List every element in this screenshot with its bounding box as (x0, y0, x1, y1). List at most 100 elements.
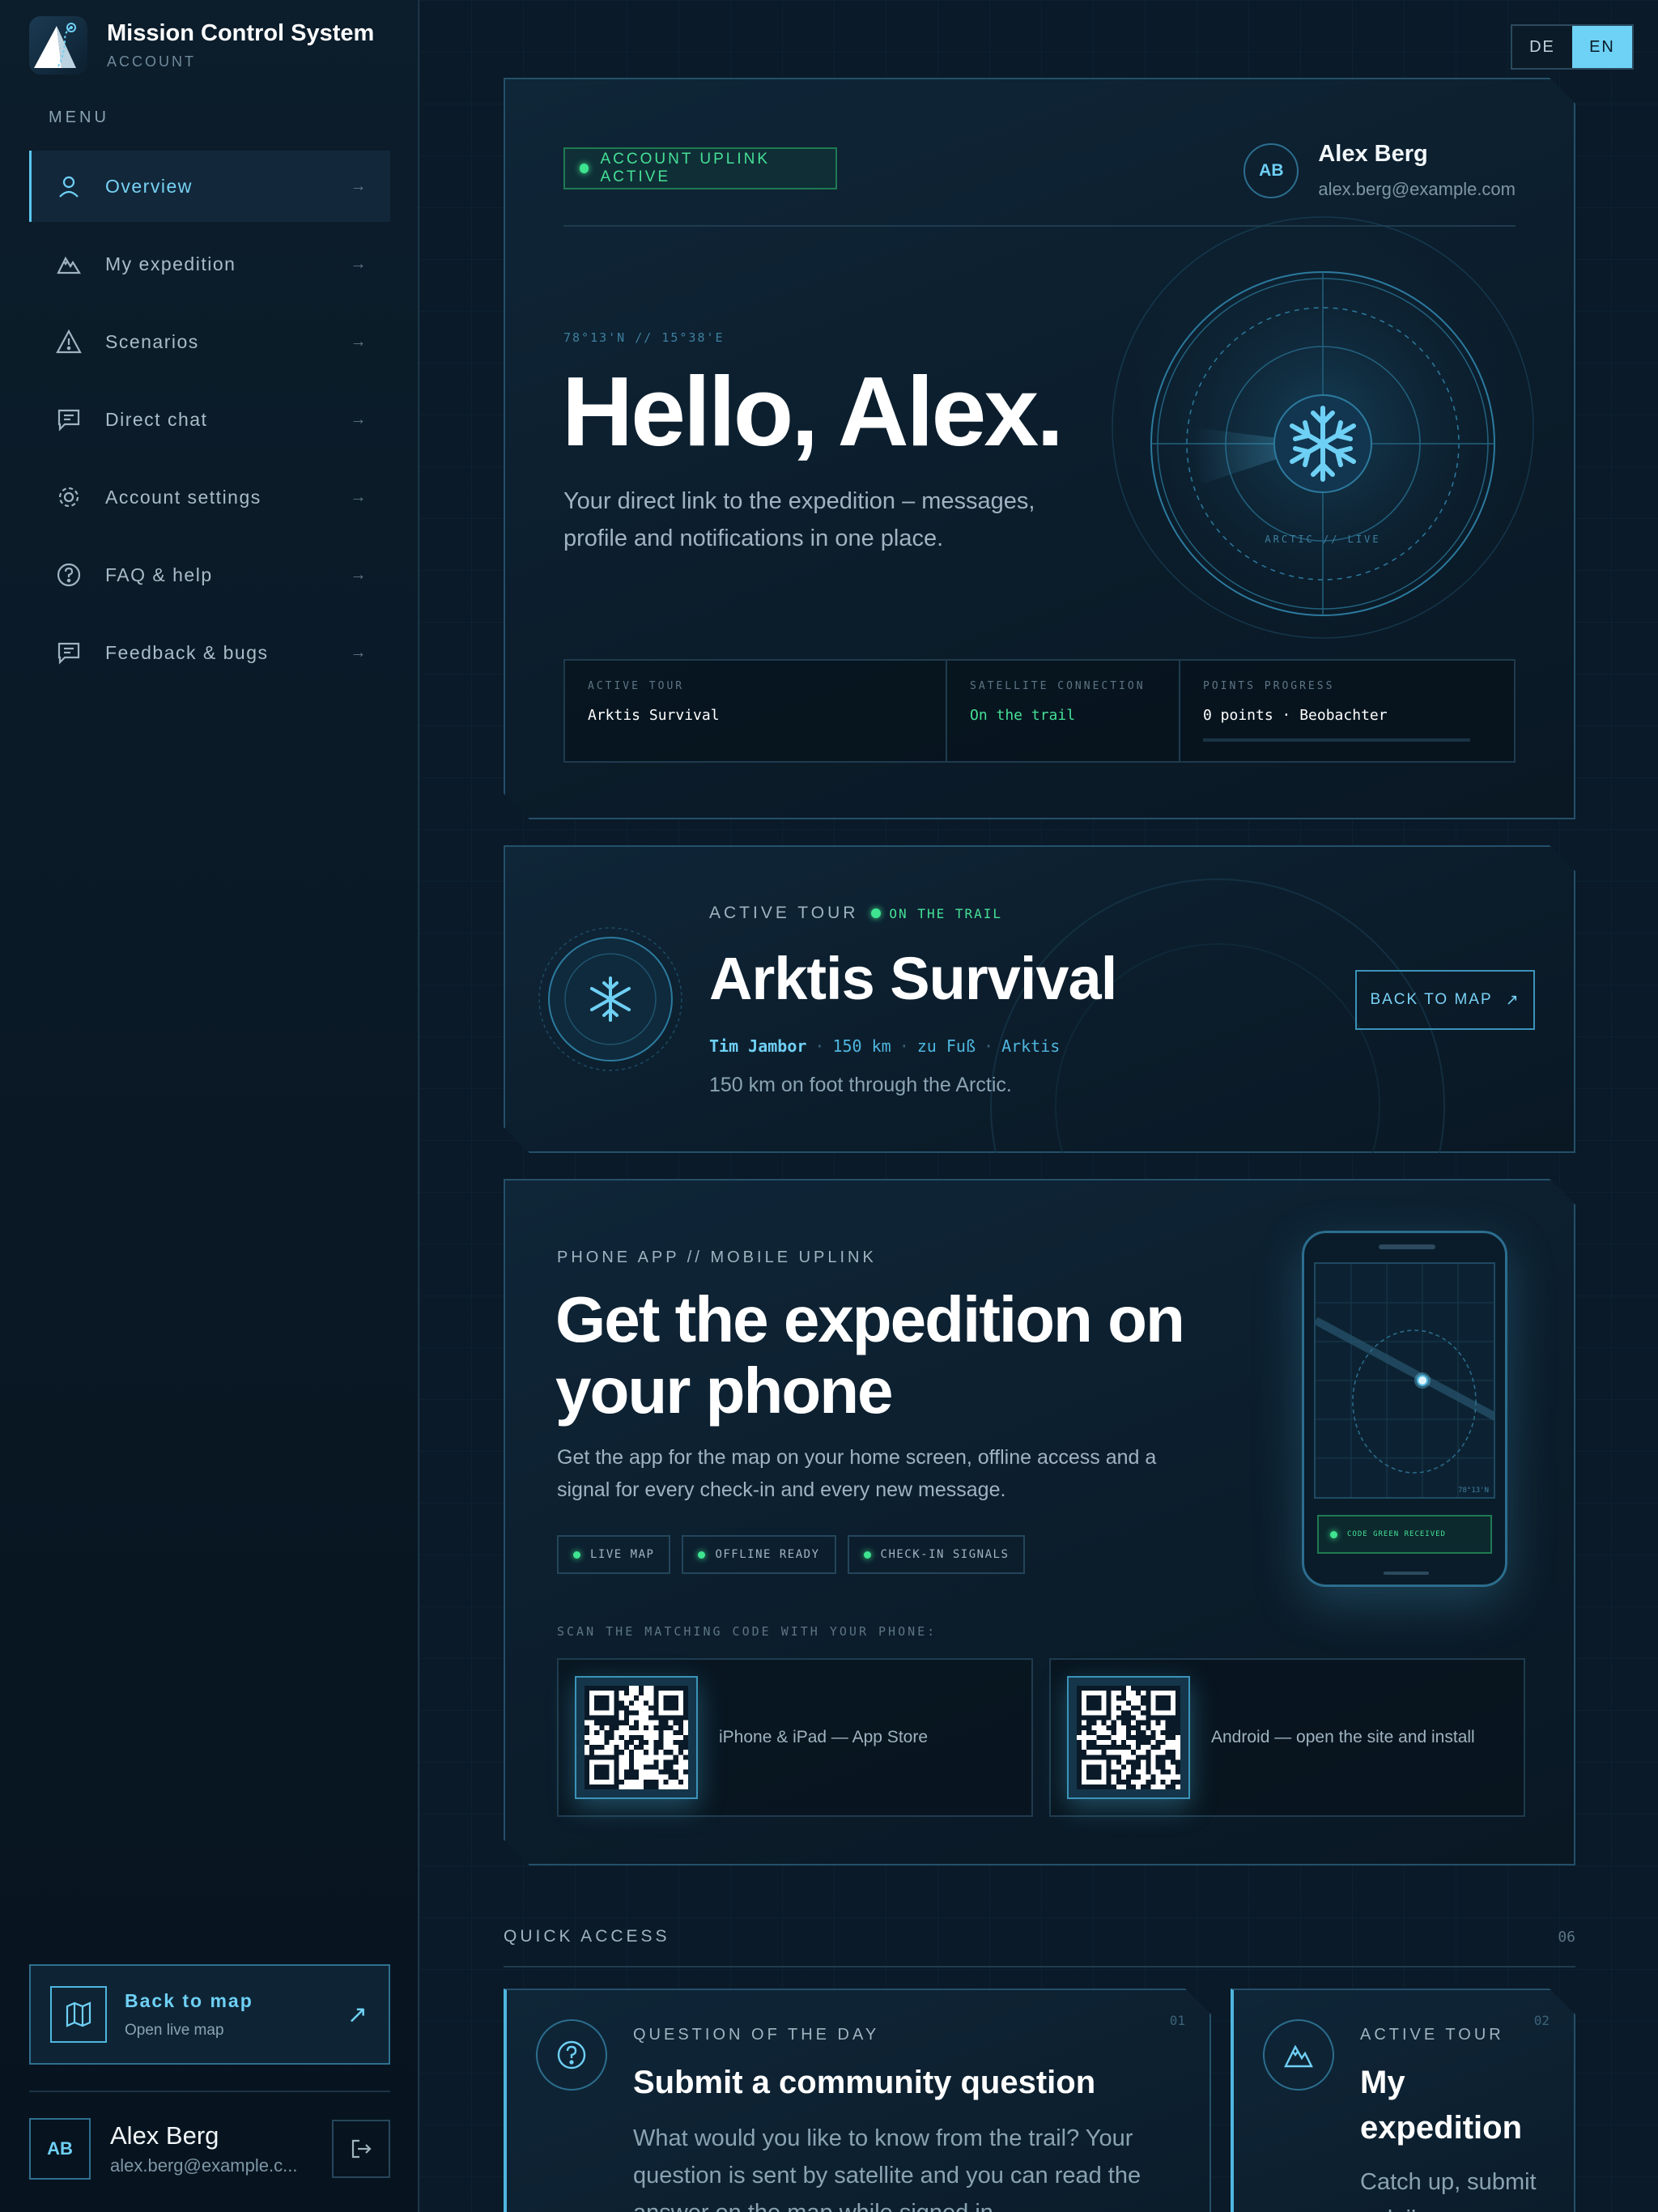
menu-label: MENU (49, 108, 109, 126)
qr-code-android (1067, 1676, 1190, 1799)
mountain-icon (53, 249, 84, 279)
quick-access-count: 06 (1558, 1929, 1575, 1946)
back-to-map-button[interactable]: Back to map Open live map ↗ (29, 1964, 390, 2065)
language-toggle: DE EN (1511, 24, 1634, 70)
phone-speaker (1379, 1244, 1435, 1249)
tour-kicker: ACTIVE TOUR ON THE TRAIL (709, 904, 1002, 923)
tour-mode: zu Fuß (916, 1036, 976, 1056)
qr-code-ios (575, 1676, 698, 1799)
avatar[interactable]: AB (1244, 143, 1299, 198)
sidebar-item-overview[interactable]: Overview → (29, 151, 390, 222)
sidebar-item-account-settings[interactable]: Account settings → (29, 462, 390, 533)
arrow-right-icon: → (350, 643, 368, 661)
stat-label: SATELLITE CONNECTION (970, 680, 1146, 692)
status-dot-icon (580, 164, 589, 173)
sidebar: Mission Control System ACCOUNT MENU Over… (0, 0, 419, 2212)
mountain-icon (1263, 2019, 1334, 2091)
tour-guide[interactable]: Tim Jambor (709, 1036, 806, 1056)
sidebar-item-my-expedition[interactable]: My expedition → (29, 228, 390, 300)
greeting-heading: Hello, Alex. (562, 356, 1062, 466)
app-title-heading: Get the expedition on your phone (555, 1283, 1184, 1427)
app-promo-panel: PHONE APP // MOBILE UPLINK Get the exped… (504, 1179, 1575, 1865)
arrow-right-icon: → (350, 565, 368, 584)
chip-check-in-signals: CHECK-IN SIGNALS (848, 1535, 1026, 1574)
brand[interactable]: Mission Control System ACCOUNT (29, 16, 374, 74)
arrow-right-icon: → (350, 254, 368, 273)
feature-chips: LIVE MAP OFFLINE READY CHECK-IN SIGNALS (557, 1535, 1036, 1574)
help-icon (53, 559, 84, 590)
lang-de-button[interactable]: DE (1512, 26, 1572, 68)
user-email: alex.berg@example.com (1318, 179, 1516, 199)
stat-label: POINTS PROGRESS (1203, 680, 1335, 692)
qr-card-ios[interactable]: iPhone & iPad — App Store (557, 1658, 1033, 1817)
coordinates: 78°13'N // 15°38'E (563, 330, 725, 345)
sidebar-item-label: My expedition (105, 253, 236, 274)
hero-panel: ACCOUNT UPLINK ACTIVE AB Alex Berg alex.… (504, 78, 1575, 819)
sidebar-item-direct-chat[interactable]: Direct chat → (29, 384, 390, 455)
mountain-logo-icon (29, 16, 87, 74)
sidebar-item-faq[interactable]: FAQ & help → (29, 539, 390, 610)
gear-icon (53, 482, 84, 513)
tour-emblem (538, 926, 683, 1072)
qr-card-android[interactable]: Android — open the site and install (1049, 1658, 1525, 1817)
uplink-label: ACCOUNT UPLINK ACTIVE (600, 151, 770, 185)
hero-description: Your direct link to the expedition – mes… (563, 488, 1035, 551)
quick-access-header: QUICK ACCESS 06 (504, 1927, 1575, 1967)
radar-graphic: ARCTIC // LIVE (1104, 209, 1541, 646)
stat-satellite: SATELLITE CONNECTION On the trail (947, 661, 1180, 761)
feedback-icon (53, 637, 84, 668)
stat-value: 0 points · Beobachter (1203, 707, 1388, 724)
user-email: alex.berg@example.c... (110, 2155, 298, 2176)
arrow-right-icon: → (350, 177, 368, 195)
logout-button[interactable] (332, 2120, 390, 2178)
external-arrow-icon: ↗ (1505, 991, 1520, 1009)
card-kicker: QUESTION OF THE DAY (633, 2026, 880, 2044)
stat-label: ACTIVE TOUR (588, 680, 685, 692)
quick-card-community-question[interactable]: 01 QUESTION OF THE DAY Submit a communit… (504, 1989, 1211, 2212)
status-dot-icon (871, 908, 881, 918)
quick-card-my-expedition[interactable]: 02 ACTIVE TOUR My expedition Catch up, s… (1231, 1989, 1575, 2212)
app-description: Get the app for the map on your home scr… (557, 1446, 1157, 1501)
help-icon (536, 2019, 607, 2091)
hero-user: AB Alex Berg alex.berg@example.com (1244, 141, 1516, 200)
qr-label: Android — open the site and install (1211, 1728, 1475, 1746)
avatar[interactable]: AB (29, 2118, 91, 2180)
phone-home-bar (1384, 1572, 1429, 1575)
card-title: Submit a community question (633, 2065, 1096, 2100)
points-progress-bar (1203, 738, 1470, 742)
phone-coords: 78°13'N (1458, 1487, 1489, 1495)
sidebar-item-label: Direct chat (105, 408, 208, 430)
divider (29, 2091, 390, 2092)
sidebar-item-scenarios[interactable]: Scenarios → (29, 306, 390, 377)
chip-live-map: LIVE MAP (557, 1535, 670, 1574)
logout-icon (351, 2139, 372, 2159)
user-name: Alex Berg (110, 2121, 219, 2150)
sidebar-item-label: FAQ & help (105, 564, 213, 585)
sidebar-item-feedback[interactable]: Feedback & bugs → (29, 617, 390, 688)
arrow-right-icon: → (350, 332, 368, 351)
tour-distance: 150 km (832, 1036, 891, 1056)
app-title: Mission Control System (107, 20, 375, 46)
phone-status-badge: CODE GREEN RECEIVED (1317, 1515, 1492, 1554)
map-icon (50, 1986, 107, 2043)
status-dot-icon (864, 1551, 871, 1559)
quick-access-title: QUICK ACCESS (504, 1927, 670, 1946)
scan-label: SCAN THE MATCHING CODE WITH YOUR PHONE: (557, 1624, 937, 1639)
stats-bar: ACTIVE TOUR Arktis Survival SATELLITE CO… (563, 659, 1516, 763)
arrow-right-icon: → (350, 487, 368, 506)
lang-en-button[interactable]: EN (1572, 26, 1632, 68)
status-dot-icon (573, 1551, 580, 1559)
card-kicker: ACTIVE TOUR (1360, 2026, 1504, 2044)
button-label: BACK TO MAP (1370, 991, 1493, 1008)
back-to-map-tour-button[interactable]: BACK TO MAP ↗ (1355, 970, 1535, 1030)
sidebar-user: AB Alex Berg alex.berg@example.c... (29, 2118, 390, 2180)
stat-points: POINTS PROGRESS 0 points · Beobachter (1180, 661, 1514, 761)
card-number: 02 (1533, 2013, 1550, 2028)
tour-meta: Tim Jambor · 150 km · zu Fuß · Arktis (709, 1036, 1061, 1056)
tour-status: ON THE TRAIL (889, 905, 1003, 921)
stat-value: On the trail (970, 707, 1076, 724)
back-map-title: Back to map (125, 1989, 253, 2011)
tour-kicker-label: ACTIVE TOUR (709, 904, 859, 922)
chip-offline-ready: OFFLINE READY (682, 1535, 835, 1574)
stat-active-tour: ACTIVE TOUR Arktis Survival (565, 661, 947, 761)
